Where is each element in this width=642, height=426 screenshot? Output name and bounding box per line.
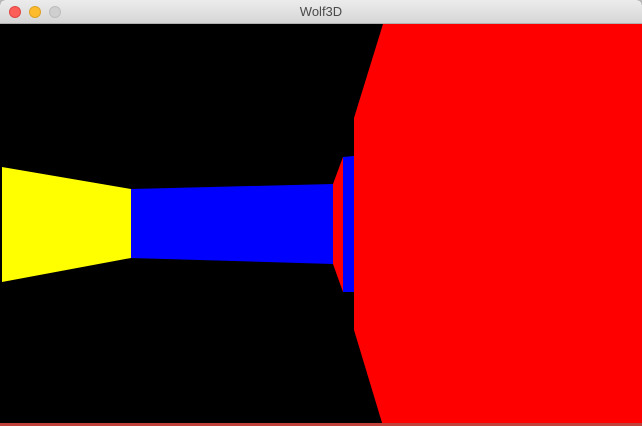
raycast-render bbox=[0, 24, 642, 426]
title-bar[interactable]: Wolf3D bbox=[0, 0, 642, 24]
game-viewport[interactable] bbox=[0, 24, 642, 426]
blue-wall bbox=[131, 184, 333, 264]
blue-wall-strip bbox=[343, 156, 354, 292]
red-wall bbox=[354, 24, 642, 426]
app-window: Wolf3D bbox=[0, 0, 642, 426]
window-title: Wolf3D bbox=[299, 4, 343, 19]
